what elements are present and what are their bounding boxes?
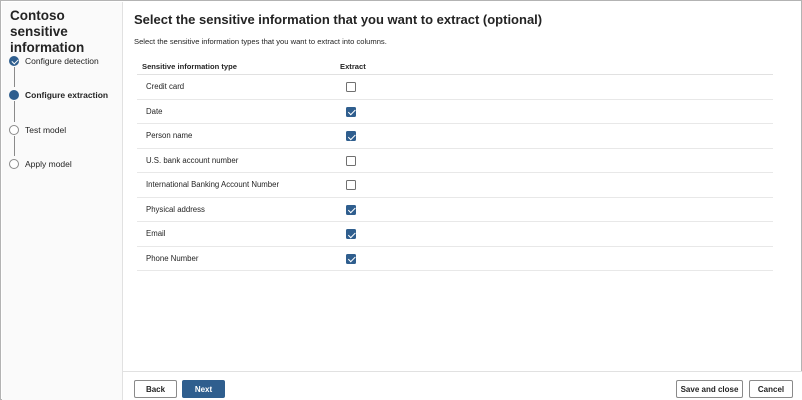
back-button[interactable]: Back <box>134 380 177 398</box>
info-type-name: Email <box>146 229 166 238</box>
step-label: Configure extraction <box>25 90 109 100</box>
wizard-sidebar: Contoso sensitive information Configure … <box>2 2 123 400</box>
table-row: International Banking Account Number <box>137 173 773 198</box>
step-connector <box>14 67 15 87</box>
table-row: Date <box>137 100 773 124</box>
table-header: Sensitive information type Extract <box>137 57 773 75</box>
step-label: Apply model <box>25 159 72 169</box>
extract-checkbox[interactable] <box>346 204 356 215</box>
step-pending-icon <box>9 159 19 169</box>
main-content: Select the sensitive information that yo… <box>134 2 794 362</box>
step-test-model[interactable]: Test model <box>9 123 121 139</box>
wizard-footer: Back Next Save and close Cancel <box>123 371 802 400</box>
step-current-icon <box>9 90 19 100</box>
info-type-name: International Banking Account Number <box>146 180 280 189</box>
table-row: Physical address <box>137 198 773 222</box>
page-description: Select the sensitive information types t… <box>134 37 387 46</box>
column-header-extract: Extract <box>340 62 366 71</box>
table-row: Person name <box>137 124 773 149</box>
page-title: Select the sensitive information that yo… <box>134 12 543 27</box>
extract-checkbox[interactable] <box>346 131 356 141</box>
table-row: Credit card <box>137 75 773 100</box>
table-row: U.S. bank account number <box>137 149 773 173</box>
extract-checkbox[interactable] <box>346 180 356 190</box>
cancel-button[interactable]: Cancel <box>749 380 793 398</box>
column-header-type: Sensitive information type <box>142 62 237 71</box>
step-configure-detection[interactable]: Configure detection <box>9 54 121 70</box>
step-apply-model[interactable]: Apply model <box>9 157 121 173</box>
sidebar-title: Contoso sensitive information <box>10 8 85 55</box>
next-button[interactable]: Next <box>182 380 225 398</box>
info-type-name: Phone Number <box>146 253 199 263</box>
step-complete-icon <box>9 56 19 66</box>
info-type-name: Physical address <box>146 204 205 214</box>
step-connector <box>14 101 15 122</box>
extract-checkbox[interactable] <box>346 229 356 239</box>
step-label: Configure detection <box>25 56 99 66</box>
info-type-name: Date <box>146 106 163 116</box>
wizard-window: Contoso sensitive information Configure … <box>0 0 802 400</box>
step-configure-extraction[interactable]: Configure extraction <box>9 88 121 104</box>
step-label: Test model <box>25 125 67 135</box>
extract-checkbox[interactable] <box>346 82 356 92</box>
extract-checkbox[interactable] <box>346 155 356 166</box>
table-row: Phone Number <box>137 247 773 271</box>
step-connector <box>14 136 15 156</box>
step-pending-icon <box>9 125 19 135</box>
extract-checkbox[interactable] <box>346 106 356 117</box>
info-type-name: Credit card <box>146 82 185 91</box>
extract-checkbox[interactable] <box>346 253 356 264</box>
info-type-name: Person name <box>146 131 193 140</box>
sensitive-info-table: Sensitive information type Extract Credi… <box>137 57 773 271</box>
table-row: Email <box>137 222 773 247</box>
info-type-name: U.S. bank account number <box>146 155 239 165</box>
save-and-close-button[interactable]: Save and close <box>676 380 743 398</box>
